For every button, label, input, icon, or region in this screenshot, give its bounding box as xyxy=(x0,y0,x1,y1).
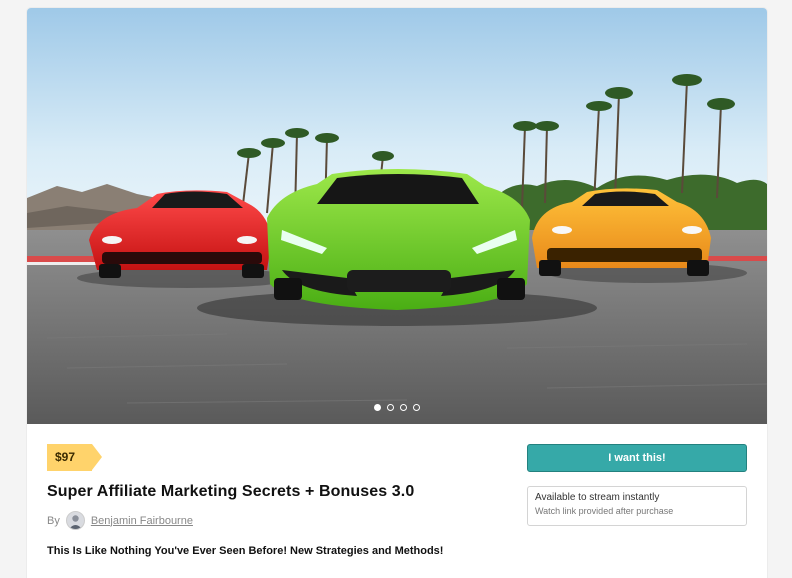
availability-box: Available to stream instantly Watch link… xyxy=(527,486,747,526)
cover-illustration xyxy=(27,8,767,424)
carousel-dot-1[interactable] xyxy=(374,404,381,411)
author-link[interactable]: Benjamin Fairbourne xyxy=(91,515,193,527)
availability-text: Available to stream instantly xyxy=(535,492,660,503)
price-badge: $97 xyxy=(47,444,102,471)
carousel-dot-4[interactable] xyxy=(413,404,420,411)
availability-note: Watch link provided after purchase xyxy=(535,506,674,516)
product-tagline: This Is Like Nothing You've Ever Seen Be… xyxy=(47,545,444,557)
carousel-dots xyxy=(27,404,767,411)
avatar-icon xyxy=(68,515,82,529)
author-byline: By Benjamin Fairbourne xyxy=(47,511,193,530)
green-car xyxy=(267,169,530,310)
author-avatar[interactable] xyxy=(65,511,85,530)
by-label: By xyxy=(47,514,60,527)
product-title: Super Affiliate Marketing Secrets + Bonu… xyxy=(47,483,415,500)
carousel-dot-2[interactable] xyxy=(387,404,394,411)
product-card: $97 Super Affiliate Marketing Secrets + … xyxy=(27,8,767,578)
buy-button[interactable]: I want this! xyxy=(527,444,747,472)
product-cover-image[interactable] xyxy=(27,8,767,424)
carousel-dot-3[interactable] xyxy=(400,404,407,411)
